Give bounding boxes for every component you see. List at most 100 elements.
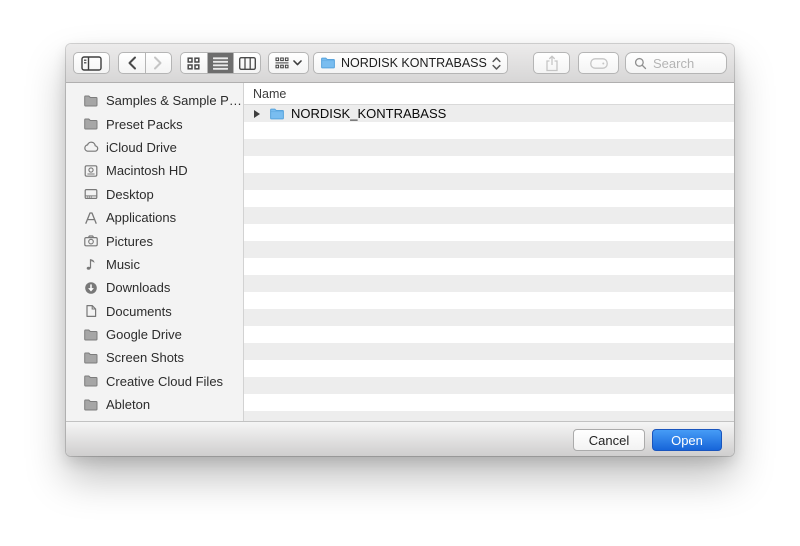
folder-icon bbox=[83, 373, 99, 389]
icon-view-button[interactable] bbox=[181, 53, 207, 73]
sidebar-item-label: iCloud Drive bbox=[106, 139, 177, 155]
sidebar-item-label: Google Drive bbox=[106, 327, 182, 343]
sidebar-item-applications[interactable]: Applications bbox=[66, 206, 243, 229]
location-dropdown-label: NORDISK KONTRABASS bbox=[341, 56, 487, 70]
column-header-label: Name bbox=[253, 86, 287, 101]
sidebar-item-google-drive[interactable]: Google Drive bbox=[66, 323, 243, 346]
sidebar-item-label: Applications bbox=[106, 210, 177, 226]
list-view-button[interactable] bbox=[206, 53, 234, 73]
folder-blue-icon bbox=[269, 106, 285, 122]
sidebar-toggle-button[interactable] bbox=[73, 52, 110, 74]
hdd-icon bbox=[83, 163, 99, 179]
applications-icon bbox=[83, 210, 99, 226]
magnifier-icon bbox=[634, 57, 647, 70]
sidebar-item-desktop[interactable]: Desktop bbox=[66, 183, 243, 206]
folder-icon bbox=[83, 327, 99, 343]
sidebar-item-samples-sample-p[interactable]: Samples & Sample P… bbox=[66, 89, 243, 112]
cancel-button[interactable]: Cancel bbox=[573, 429, 645, 451]
dialog-footer: Cancel Open bbox=[66, 421, 734, 456]
sidebar-item-label: Ableton bbox=[106, 397, 151, 413]
file-row-empty bbox=[244, 343, 734, 360]
grid-view-icon bbox=[187, 56, 200, 70]
file-row-empty bbox=[244, 258, 734, 275]
chevron-right-icon bbox=[153, 56, 163, 70]
sidebar-item-label: Screen Shots bbox=[106, 350, 185, 366]
sidebar-item-screen-shots[interactable]: Screen Shots bbox=[66, 346, 243, 369]
file-row-empty bbox=[244, 207, 734, 224]
sidebar-item-label: Preset Packs bbox=[106, 116, 183, 132]
view-mode-segmented-control bbox=[180, 52, 261, 74]
forward-button[interactable] bbox=[144, 53, 172, 73]
disclosure-triangle-icon[interactable] bbox=[254, 109, 260, 118]
sidebar-item-creative-cloud-files[interactable]: Creative Cloud Files bbox=[66, 370, 243, 393]
sidebar-item-label: Music bbox=[106, 256, 140, 272]
cloud-icon bbox=[83, 139, 99, 155]
downloads-icon bbox=[83, 280, 99, 296]
column-view-icon bbox=[238, 56, 256, 70]
chevron-left-icon bbox=[127, 56, 137, 70]
folder-icon bbox=[83, 350, 99, 366]
file-row-empty bbox=[244, 173, 734, 190]
navigation-segmented-control bbox=[118, 52, 172, 74]
file-row-empty bbox=[244, 394, 734, 411]
file-row-empty bbox=[244, 377, 734, 394]
sidebar-item-label: Macintosh HD bbox=[106, 163, 188, 179]
sidebar: Samples & Sample P… Preset Packs iCloud Dr… bbox=[66, 83, 244, 421]
tag-button[interactable] bbox=[578, 52, 619, 74]
back-button[interactable] bbox=[119, 53, 145, 73]
search-input[interactable] bbox=[651, 54, 725, 72]
sidebar-item-label: Creative Cloud Files bbox=[106, 373, 224, 389]
folder-icon bbox=[83, 93, 99, 109]
pictures-icon bbox=[83, 233, 99, 249]
file-row-empty bbox=[244, 292, 734, 309]
sidebar-item-label: Downloads bbox=[106, 280, 171, 296]
sidebar-item-pictures[interactable]: Pictures bbox=[66, 229, 243, 252]
file-row-nordisk-kontrabass[interactable]: NORDISK_KONTRABASS bbox=[244, 105, 734, 122]
arrange-grid-icon bbox=[275, 57, 289, 69]
folder-icon bbox=[83, 116, 99, 132]
sidebar-item-documents[interactable]: Documents bbox=[66, 300, 243, 323]
file-row-empty bbox=[244, 139, 734, 156]
file-list: NORDISK_KONTRABASS bbox=[244, 105, 734, 421]
sidebar-panel-icon bbox=[81, 55, 102, 71]
sidebar-item-label: Documents bbox=[106, 303, 172, 319]
file-row-empty bbox=[244, 241, 734, 258]
updown-chevrons-icon bbox=[492, 56, 501, 70]
file-row-empty bbox=[244, 224, 734, 241]
documents-icon bbox=[83, 303, 99, 319]
dialog-content: Samples & Sample P… Preset Packs iCloud Dr… bbox=[66, 83, 734, 421]
file-browser: Name NORDISK_KONTRABASS bbox=[244, 83, 734, 421]
tag-icon bbox=[589, 57, 608, 69]
sidebar-item-music[interactable]: Music bbox=[66, 253, 243, 276]
sidebar-item-preset-packs[interactable]: Preset Packs bbox=[66, 112, 243, 135]
music-icon bbox=[83, 256, 99, 272]
open-file-dialog: NORDISK KONTRABASS Samples & Sample P… Pr… bbox=[66, 44, 734, 456]
folder-icon bbox=[83, 397, 99, 413]
sidebar-item-ableton[interactable]: Ableton bbox=[66, 393, 243, 416]
column-header-name[interactable]: Name bbox=[244, 83, 734, 105]
sidebar-item-downloads[interactable]: Downloads bbox=[66, 276, 243, 299]
arrange-menu-button[interactable] bbox=[268, 52, 309, 74]
file-row-empty bbox=[244, 122, 734, 139]
desktop-icon bbox=[83, 186, 99, 202]
sidebar-item-label: Pictures bbox=[106, 233, 153, 249]
search-field[interactable] bbox=[625, 52, 727, 74]
open-button[interactable]: Open bbox=[652, 429, 722, 451]
file-row-empty bbox=[244, 156, 734, 173]
file-row-empty bbox=[244, 360, 734, 377]
file-name: NORDISK_KONTRABASS bbox=[291, 106, 447, 121]
toolbar: NORDISK KONTRABASS bbox=[66, 44, 734, 83]
chevron-down-icon bbox=[293, 60, 302, 66]
folder-icon bbox=[320, 55, 336, 71]
column-view-button[interactable] bbox=[233, 53, 260, 73]
sidebar-item-icloud-drive[interactable]: iCloud Drive bbox=[66, 136, 243, 159]
share-icon bbox=[545, 54, 559, 72]
file-row-empty bbox=[244, 275, 734, 292]
file-row-empty bbox=[244, 411, 734, 421]
file-row-empty bbox=[244, 326, 734, 343]
sidebar-item-label: Samples & Sample P… bbox=[106, 93, 242, 109]
sidebar-item-macintosh-hd[interactable]: Macintosh HD bbox=[66, 159, 243, 182]
file-row-empty bbox=[244, 190, 734, 207]
share-button[interactable] bbox=[533, 52, 570, 74]
location-dropdown[interactable]: NORDISK KONTRABASS bbox=[313, 52, 508, 74]
